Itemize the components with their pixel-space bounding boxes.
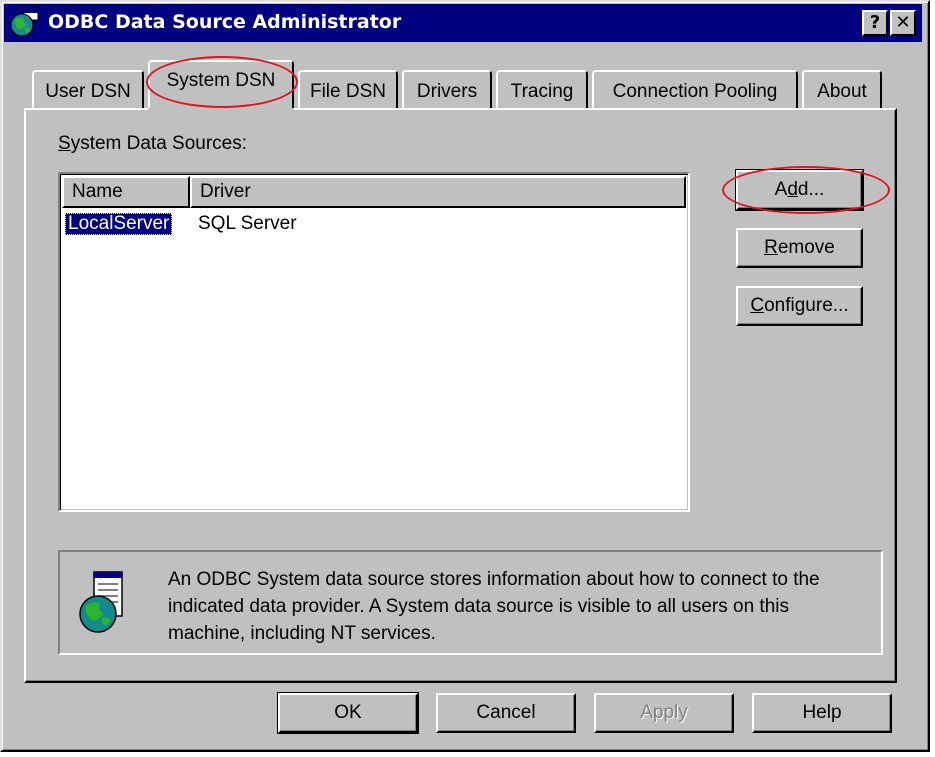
- help-button[interactable]: Help: [752, 693, 892, 733]
- column-header-driver[interactable]: Driver: [190, 176, 686, 208]
- apply-button[interactable]: Apply: [594, 693, 734, 733]
- close-title-button[interactable]: ✕: [890, 10, 916, 36]
- ok-button[interactable]: OK: [277, 692, 419, 734]
- tab-user-dsn[interactable]: User DSN: [32, 70, 144, 108]
- selected-item-name[interactable]: LocalServer: [65, 213, 173, 235]
- cancel-button[interactable]: Cancel: [436, 693, 576, 733]
- title-bar[interactable]: ODBC Data Source Administrator ? ✕: [4, 4, 922, 42]
- add-button[interactable]: Ad d...: [735, 169, 864, 211]
- info-box: An ODBC System data source stores inform…: [58, 550, 883, 655]
- tab-connection-pooling[interactable]: Connection Pooling: [592, 70, 798, 108]
- tab-about[interactable]: About: [802, 70, 882, 108]
- tab-system-dsn[interactable]: System DSN: [148, 60, 294, 114]
- tab-tracing[interactable]: Tracing: [496, 70, 588, 108]
- odbc-globe-icon: [10, 9, 39, 37]
- configure-button[interactable]: Configure...: [736, 286, 863, 326]
- window-title: ODBC Data Source Administrator: [48, 11, 402, 33]
- system-data-sources-label: System Data Sources:: [58, 133, 248, 154]
- info-description: An ODBC System data source stores inform…: [168, 569, 820, 644]
- remove-button[interactable]: Remove: [736, 228, 863, 268]
- tab-drivers[interactable]: Drivers: [402, 70, 492, 108]
- odbc-info-globe-icon: [79, 571, 123, 633]
- table-row-driver-cell[interactable]: SQL Server: [198, 210, 297, 238]
- table-row-name-cell[interactable]: LocalServer: [65, 210, 173, 238]
- help-title-button[interactable]: ?: [862, 10, 888, 36]
- tab-file-dsn[interactable]: File DSN: [298, 70, 398, 108]
- data-source-list[interactable]: Name Driver LocalServer SQL Server: [58, 172, 690, 512]
- column-header-name[interactable]: Name: [62, 176, 190, 208]
